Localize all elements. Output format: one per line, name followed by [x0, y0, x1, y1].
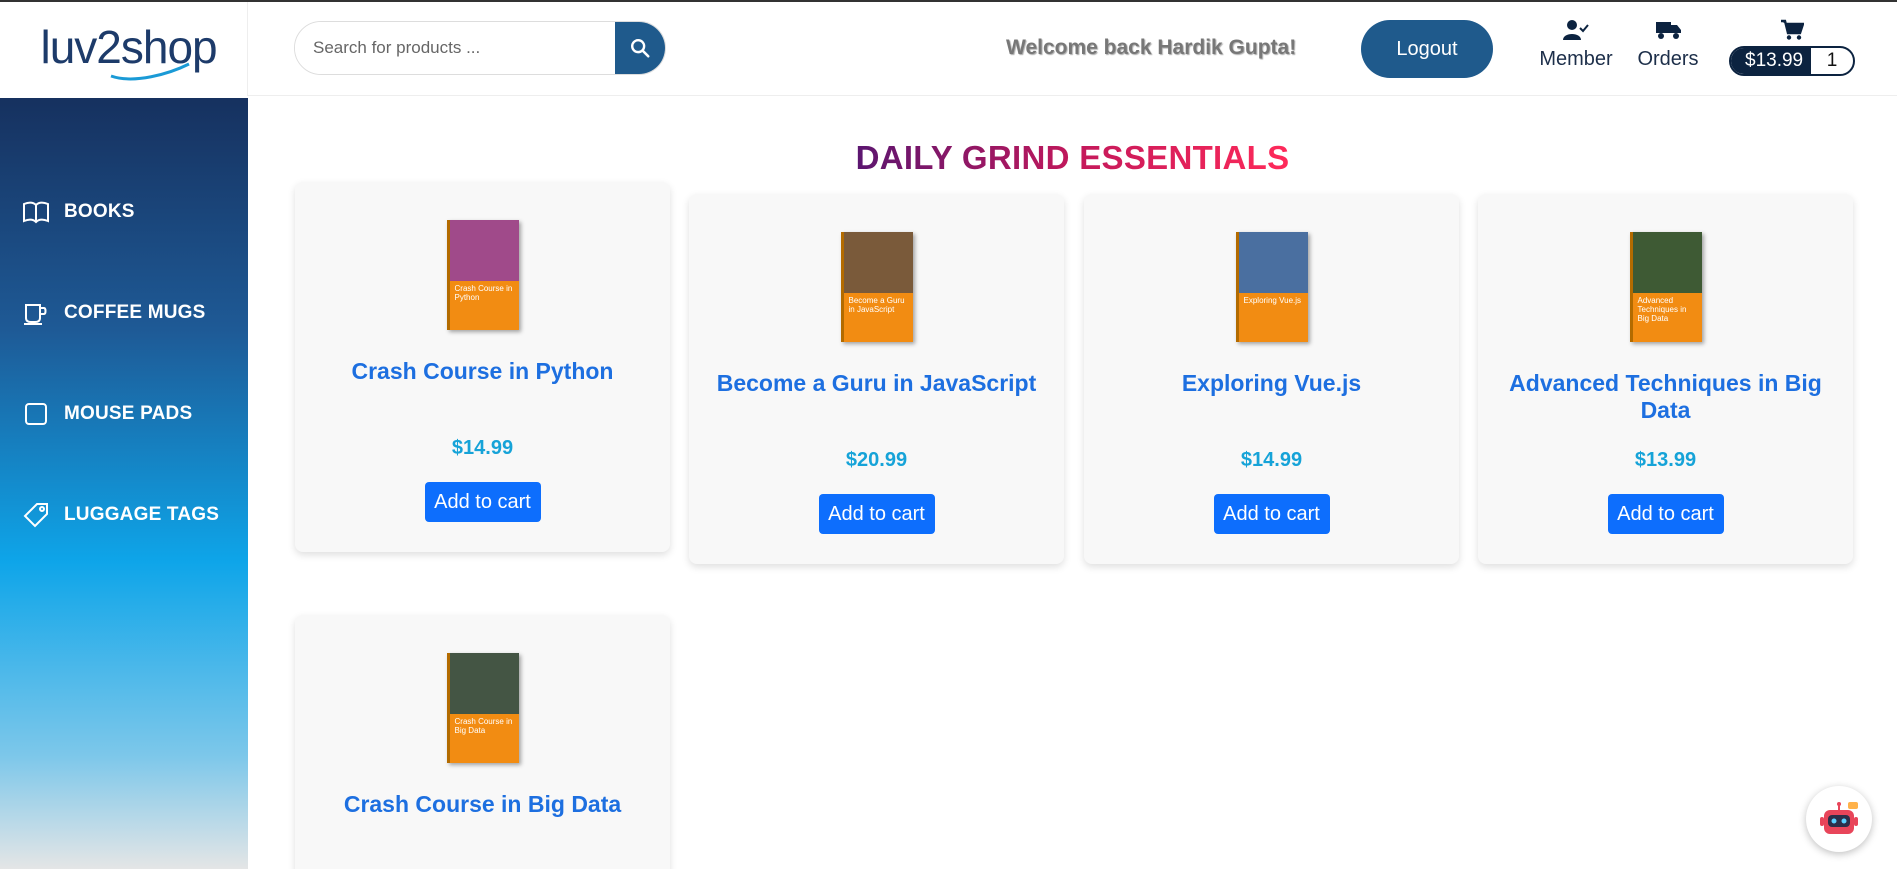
- add-to-cart-button[interactable]: Add to cart: [818, 494, 935, 534]
- mug-icon: [22, 299, 50, 327]
- search-bar: [294, 21, 666, 75]
- product-name[interactable]: Exploring Vue.js: [1104, 370, 1439, 397]
- product-card: Crash Course in Python Crash Course in P…: [295, 182, 670, 552]
- product-name[interactable]: Crash Course in Big Data: [315, 791, 650, 818]
- sidebar-item-mouse-pads[interactable]: MOUSE PADS: [22, 394, 192, 434]
- robot-icon: [1820, 802, 1858, 834]
- tag-icon: [22, 501, 50, 529]
- product-price: $13.99: [1634, 449, 1697, 471]
- user-check-icon: [1563, 20, 1589, 40]
- product-image[interactable]: Crash Course in Big Data: [446, 653, 519, 763]
- product-card: Crash Course in Big Data Crash Course in…: [295, 615, 670, 869]
- welcome-message: Welcome back Hardik Gupta!: [1006, 36, 1297, 59]
- truck-icon: [1656, 22, 1681, 39]
- add-to-cart-button[interactable]: Add to cart: [1213, 494, 1330, 534]
- sidebar-item-label: MOUSE PADS: [64, 403, 193, 424]
- product-price: $14.99: [451, 437, 514, 459]
- page-title: DAILY GRIND ESSENTIALS: [855, 139, 1290, 176]
- sidebar-item-coffee-mugs[interactable]: COFFEE MUGS: [22, 293, 206, 333]
- search-icon: [631, 39, 650, 58]
- search-input[interactable]: [295, 22, 615, 74]
- search-button[interactable]: [615, 22, 665, 74]
- product-card: Advanced Techniques in Big Data Advanced…: [1478, 194, 1853, 564]
- product-price: $14.99: [1240, 449, 1303, 471]
- sidebar-item-luggage-tags[interactable]: LUGGAGE TAGS: [22, 495, 219, 535]
- category-sidebar: BOOKS COFFEE MUGS MOUSE PADS LUGGAGE TAG…: [0, 98, 248, 869]
- logo[interactable]: luv2shop: [39, 14, 218, 84]
- add-to-cart-button[interactable]: Add to cart: [424, 482, 541, 522]
- square-icon: [22, 400, 50, 428]
- product-image[interactable]: Become a Guru in JavaScript: [840, 232, 913, 342]
- book-icon: [22, 198, 50, 226]
- sidebar-item-books[interactable]: BOOKS: [22, 192, 135, 232]
- product-name[interactable]: Advanced Techniques in Big Data: [1498, 370, 1833, 424]
- product-image[interactable]: Exploring Vue.js: [1235, 232, 1308, 342]
- top-header: Welcome back Hardik Gupta! Logout Member…: [248, 2, 1897, 96]
- product-image[interactable]: Advanced Techniques in Big Data: [1629, 232, 1702, 342]
- cart-status[interactable]: $13.99 1: [1729, 16, 1855, 76]
- sidebar-item-label: BOOKS: [64, 201, 135, 222]
- product-image[interactable]: Crash Course in Python: [446, 220, 519, 330]
- product-card: Exploring Vue.js Exploring Vue.js $14.99…: [1084, 194, 1459, 564]
- member-link[interactable]: Member: [1536, 16, 1616, 71]
- orders-link[interactable]: Orders: [1628, 16, 1708, 71]
- cart-total: $13.99: [1731, 48, 1812, 74]
- product-name[interactable]: Become a Guru in JavaScript: [709, 370, 1044, 397]
- product-card: Become a Guru in JavaScript Become a Gur…: [689, 194, 1064, 564]
- cart-count: 1: [1826, 50, 1838, 71]
- logo-container[interactable]: luv2shop: [0, 2, 248, 96]
- product-price: $20.99: [845, 449, 908, 471]
- logout-button[interactable]: Logout: [1361, 20, 1493, 78]
- add-to-cart-button[interactable]: Add to cart: [1607, 494, 1724, 534]
- chatbot-button[interactable]: [1806, 786, 1872, 852]
- shopping-cart-icon: [1781, 19, 1804, 40]
- orders-label: Orders: [1637, 48, 1699, 70]
- logo-text: luv2shop: [40, 21, 218, 73]
- sidebar-item-label: LUGGAGE TAGS: [64, 504, 220, 525]
- member-label: Member: [1539, 48, 1613, 70]
- cart-pill: $13.99 1: [1729, 46, 1855, 76]
- sidebar-item-label: COFFEE MUGS: [64, 302, 206, 323]
- product-name[interactable]: Crash Course in Python: [315, 358, 650, 385]
